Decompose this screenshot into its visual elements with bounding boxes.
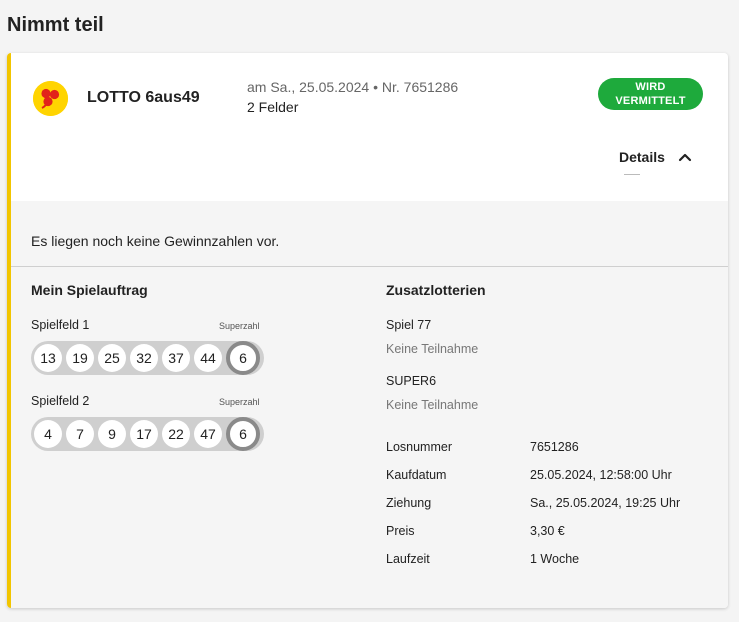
field-2-label: Spielfeld 2 bbox=[31, 394, 90, 408]
field-2-numbers: 4 7 9 17 22 47 6 bbox=[31, 417, 264, 451]
divider bbox=[11, 266, 728, 267]
superzahl-ball: 6 bbox=[226, 417, 260, 451]
number-ball: 37 bbox=[162, 344, 190, 372]
number-ball: 22 bbox=[162, 420, 190, 448]
lottery-name-super6: SUPER6 bbox=[386, 374, 437, 388]
lotto-clover-icon bbox=[33, 81, 68, 116]
extra-heading: Zusatzlotterien bbox=[386, 282, 486, 298]
lottery-status-super6: Keine Teilnahme bbox=[386, 398, 479, 412]
info-label-ziehung: Ziehung bbox=[386, 496, 432, 510]
status-line-1: WIRD bbox=[635, 81, 666, 93]
ticket-card: LOTTO 6aus49 am Sa., 25.05.2024 • Nr. 76… bbox=[7, 53, 728, 608]
superzahl-ball: 6 bbox=[226, 341, 260, 375]
info-label-losnummer: Losnummer bbox=[386, 440, 452, 454]
number-ball: 44 bbox=[194, 344, 222, 372]
number-ball: 4 bbox=[34, 420, 62, 448]
fields-count: 2 Felder bbox=[247, 99, 299, 115]
field-1-numbers: 13 19 25 32 37 44 6 bbox=[31, 341, 264, 375]
info-label-kaufdatum: Kaufdatum bbox=[386, 468, 447, 482]
info-value-ziehung: Sa., 25.05.2024, 19:25 Uhr bbox=[530, 496, 681, 510]
info-label-preis: Preis bbox=[386, 524, 415, 538]
details-label: Details bbox=[619, 149, 665, 165]
number-ball: 47 bbox=[194, 420, 222, 448]
order-heading: Mein Spielauftrag bbox=[31, 282, 148, 298]
field-1-label: Spielfeld 1 bbox=[31, 318, 90, 332]
game-name: LOTTO 6aus49 bbox=[87, 89, 200, 106]
number-ball: 19 bbox=[66, 344, 94, 372]
info-value-laufzeit: 1 Woche bbox=[530, 552, 580, 566]
status-badge: WIRD VERMITTELT bbox=[598, 78, 703, 110]
details-panel bbox=[11, 201, 728, 608]
field-1-superzahl-label: Superzahl bbox=[219, 321, 260, 331]
number-ball: 17 bbox=[130, 420, 158, 448]
field-2-superzahl-label: Superzahl bbox=[219, 397, 260, 407]
lottery-name-spiel77: Spiel 77 bbox=[386, 318, 432, 332]
no-results-message: Es liegen noch keine Gewinnzahlen vor. bbox=[31, 233, 280, 249]
chevron-up-icon bbox=[678, 153, 692, 162]
number-ball: 32 bbox=[130, 344, 158, 372]
details-toggle[interactable]: Details bbox=[619, 149, 693, 165]
number-ball: 9 bbox=[98, 420, 126, 448]
lottery-status-spiel77: Keine Teilnahme bbox=[386, 342, 479, 356]
draw-info: am Sa., 25.05.2024 • Nr. 7651286 bbox=[247, 79, 459, 95]
info-label-laufzeit: Laufzeit bbox=[386, 552, 430, 566]
details-underline bbox=[624, 174, 640, 175]
number-ball: 7 bbox=[66, 420, 94, 448]
section-title: Nimmt teil bbox=[7, 14, 104, 36]
status-line-2: VERMITTELT bbox=[615, 95, 686, 107]
info-value-losnummer: 7651286 bbox=[530, 440, 579, 454]
number-ball: 13 bbox=[34, 344, 62, 372]
number-ball: 25 bbox=[98, 344, 126, 372]
info-value-preis: 3,30 € bbox=[530, 524, 565, 538]
info-value-kaufdatum: 25.05.2024, 12:58:00 Uhr bbox=[530, 468, 672, 482]
